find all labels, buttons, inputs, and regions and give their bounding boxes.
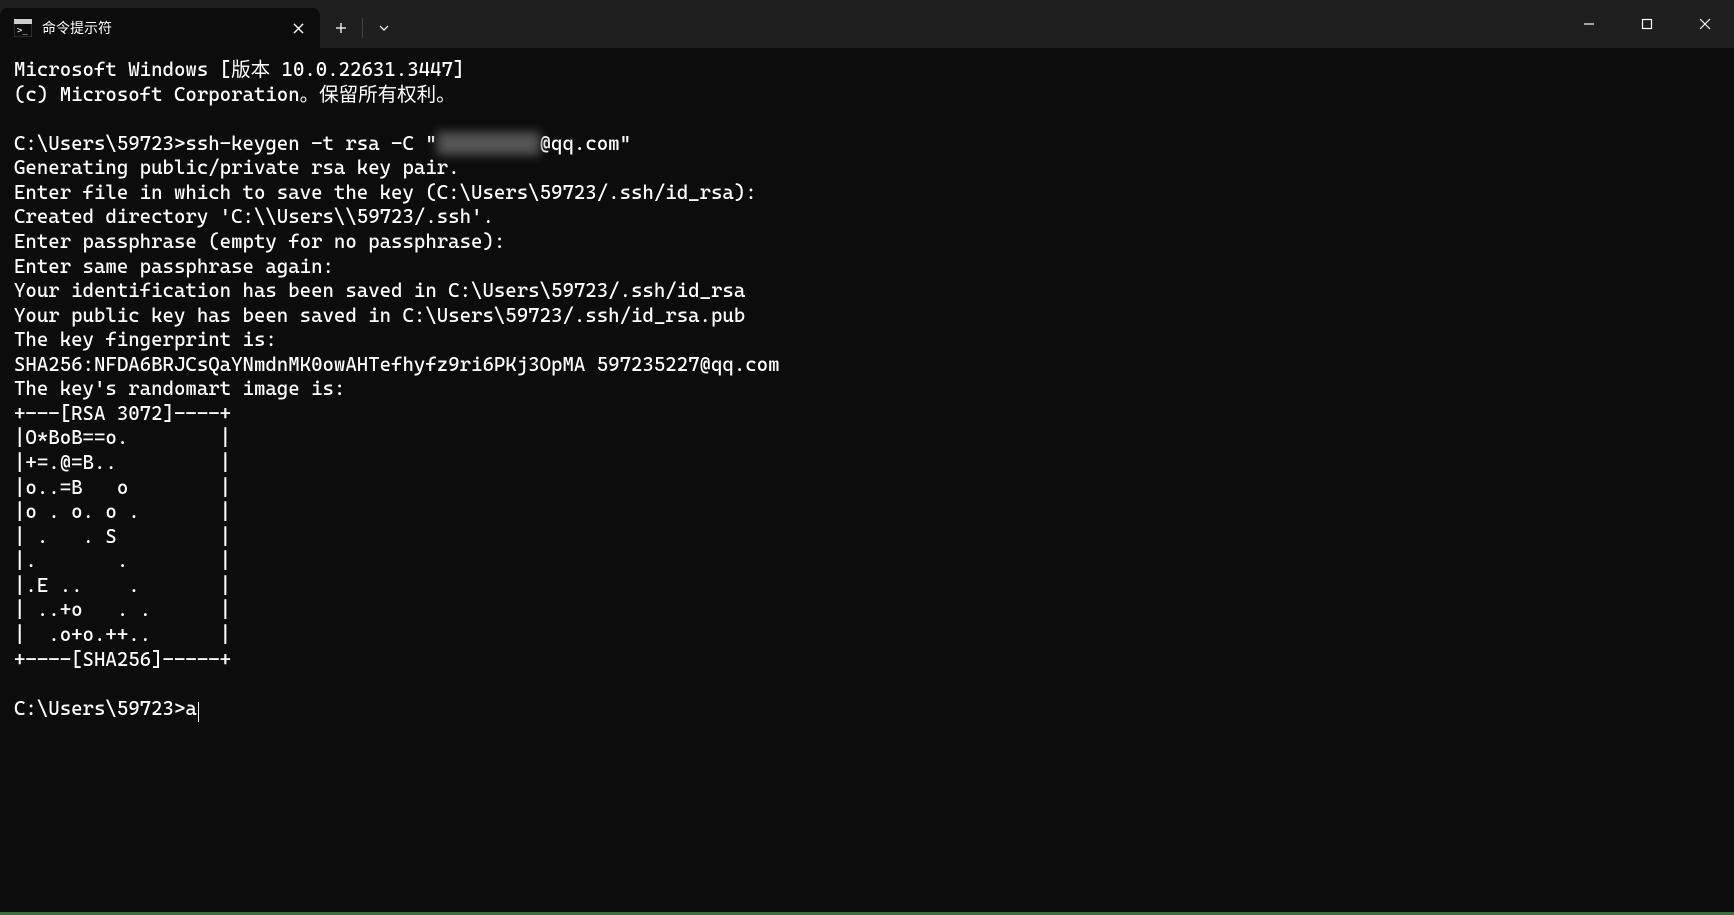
terminal-line: Enter passphrase (empty for no passphras… <box>14 230 1720 255</box>
text-cursor <box>198 702 199 722</box>
tab-title: 命令提示符 <box>42 18 276 38</box>
terminal-line: Enter same passphrase again: <box>14 255 1720 280</box>
terminal-line: Enter file in which to save the key (C:\… <box>14 181 1720 206</box>
terminal-line: | .o+o.++.. | <box>14 623 1720 648</box>
redacted-text: XXXXXXXXX <box>437 132 540 155</box>
terminal-line: |o . o. o . | <box>14 500 1720 525</box>
terminal-line: |o..=B o | <box>14 476 1720 501</box>
close-button[interactable] <box>1676 0 1734 48</box>
terminal-line: Your public key has been saved in C:\Use… <box>14 304 1720 329</box>
terminal-output[interactable]: Microsoft Windows [版本 10.0.22631.3447](c… <box>0 48 1734 731</box>
terminal-line: +---[RSA 3072]----+ <box>14 402 1720 427</box>
terminal-line: Your identification has been saved in C:… <box>14 279 1720 304</box>
terminal-line: Generating public/private rsa key pair. <box>14 156 1720 181</box>
titlebar: >_ 命令提示符 <box>0 0 1734 48</box>
tab-active[interactable]: >_ 命令提示符 <box>0 8 320 48</box>
terminal-line: Created directory 'C:\\Users\\59723/.ssh… <box>14 205 1720 230</box>
svg-text:>_: >_ <box>17 26 28 36</box>
minimize-button[interactable] <box>1560 0 1618 48</box>
terminal-line: |. . | <box>14 549 1720 574</box>
terminal-line: |.E .. . | <box>14 574 1720 599</box>
terminal-line: (c) Microsoft Corporation。保留所有权利。 <box>14 83 1720 108</box>
terminal-line: | ..+o . . | <box>14 598 1720 623</box>
cmd-icon: >_ <box>14 19 32 37</box>
terminal-line: SHA256:NFDA6BRJCsQaYNmdnMK0owAHTefhyfz9r… <box>14 353 1720 378</box>
terminal-line: | . . S | <box>14 525 1720 550</box>
terminal-line: Microsoft Windows [版本 10.0.22631.3447] <box>14 58 1720 83</box>
terminal-line: |+=.@=B.. | <box>14 451 1720 476</box>
terminal-line: +----[SHA256]-----+ <box>14 648 1720 673</box>
tab-close-button[interactable] <box>286 16 310 40</box>
maximize-button[interactable] <box>1618 0 1676 48</box>
terminal-line <box>14 672 1720 697</box>
terminal-line: C:\Users\59723>ssh-keygen -t rsa -C "XXX… <box>14 132 1720 157</box>
terminal-line <box>14 107 1720 132</box>
new-tab-button[interactable] <box>320 13 362 43</box>
window-controls <box>1560 0 1734 48</box>
terminal-line: The key fingerprint is: <box>14 328 1720 353</box>
terminal-line: |O*BoB==o. | <box>14 426 1720 451</box>
new-tab-dropdown[interactable] <box>363 13 405 43</box>
titlebar-drag-region[interactable] <box>405 0 1560 48</box>
terminal-line: The key's randomart image is: <box>14 377 1720 402</box>
terminal-line: C:\Users\59723>a <box>14 697 1720 722</box>
newtab-area <box>320 8 405 48</box>
